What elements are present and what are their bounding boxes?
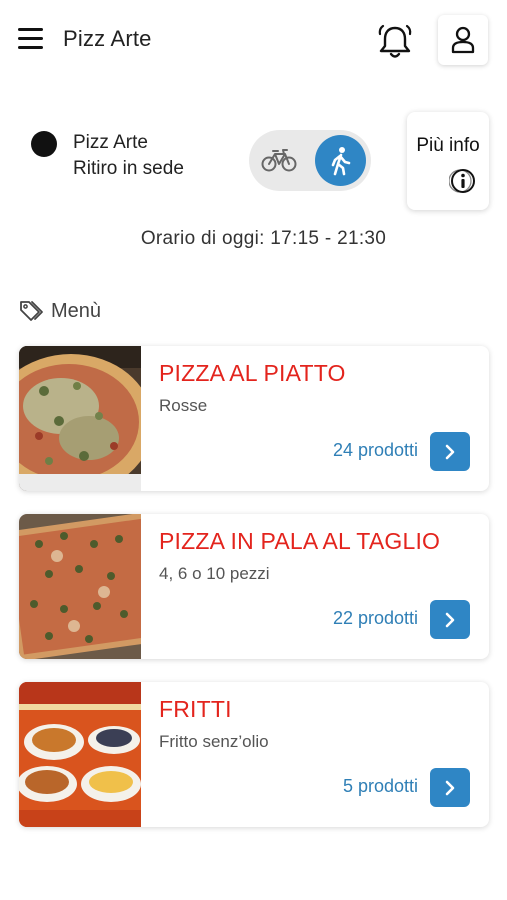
category-card-pizza-in-pala[interactable]: PIZZA IN PALA AL TAGLIO 4, 6 o 10 pezzi …: [19, 514, 489, 659]
category-subtitle: Fritto senz’olio: [159, 732, 269, 751]
opening-hours: Orario di oggi: 17:15 - 21:30: [140, 228, 387, 249]
chevron-right-icon[interactable]: [430, 432, 470, 471]
store-logo: [31, 131, 57, 157]
category-title: FRITTI: [159, 696, 232, 722]
more-info-button[interactable]: Più info: [407, 112, 489, 210]
store-mode: Ritiro in sede: [73, 158, 184, 179]
delivery-mode-toggle[interactable]: [249, 130, 371, 191]
store-name: Pizz Arte: [73, 132, 148, 153]
chevron-right-icon[interactable]: [430, 768, 470, 807]
category-subtitle: 4, 6 o 10 pezzi: [159, 564, 270, 583]
walking-icon[interactable]: [315, 135, 366, 186]
fritti-image: [19, 682, 141, 827]
page-title: Pizz Arte: [63, 26, 152, 51]
category-card-fritti[interactable]: FRITTI Fritto senz’olio 5 prodotti: [19, 682, 489, 827]
app-header: Pizz Arte: [0, 0, 507, 80]
category-card-pizza-al-piatto[interactable]: PIZZA AL PIATTO Rosse 24 prodotti: [19, 346, 489, 491]
pizza-al-piatto-image: [19, 346, 141, 491]
bell-icon[interactable]: [376, 22, 414, 62]
category-product-count: 5 prodotti: [342, 776, 418, 796]
category-product-count: 22 prodotti: [332, 608, 418, 628]
more-info-label: Più info: [416, 135, 480, 156]
category-title: PIZZA AL PIATTO: [159, 360, 346, 386]
hamburger-menu-icon[interactable]: [18, 28, 44, 50]
chevron-right-icon[interactable]: [430, 600, 470, 639]
menu-heading-label: Menù: [51, 299, 102, 322]
user-account-button[interactable]: [438, 15, 488, 65]
info-icon: [448, 167, 477, 195]
category-product-count: 24 prodotti: [332, 440, 418, 460]
user-icon: [451, 26, 475, 54]
category-title: PIZZA IN PALA AL TAGLIO: [159, 528, 441, 554]
menu-heading: Menù: [19, 297, 101, 325]
bike-icon[interactable]: [261, 145, 297, 175]
tag-icon: [20, 301, 43, 321]
pizza-in-pala-image: [19, 514, 141, 659]
category-subtitle: Rosse: [159, 396, 208, 415]
